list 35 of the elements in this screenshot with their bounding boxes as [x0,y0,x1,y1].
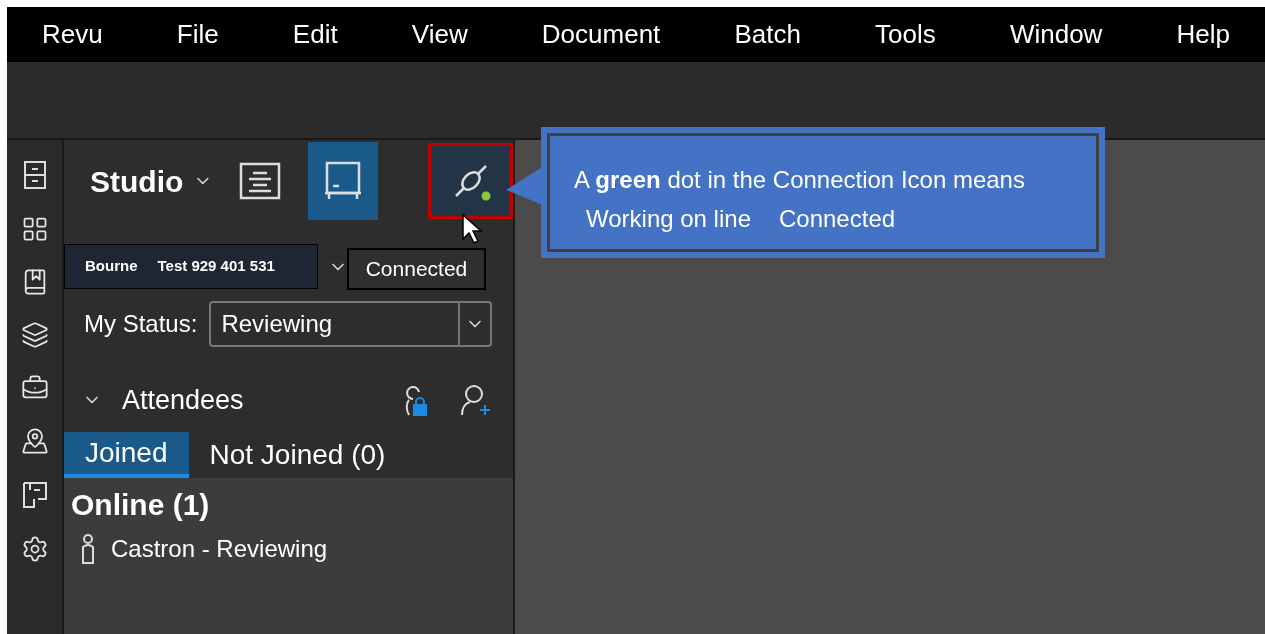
session-field[interactable]: Bourne Test 929 401 531 [64,244,318,289]
whiteboard-icon [323,160,364,202]
menu-item[interactable]: File [176,15,219,54]
attendee-tab[interactable]: Not Joined (0) [188,432,407,478]
session-id: Test 929 401 531 [157,256,275,277]
section-title: Attendees [122,383,244,417]
callout-text: A green dot in the Connection Icon means [574,165,1026,195]
tooltip: Connected [347,248,486,290]
menu-item[interactable]: Batch [734,15,801,54]
group-heading: Online (1) [71,487,211,523]
menu-item[interactable]: Document [541,15,661,54]
status-label: My Status: [84,309,198,339]
floorplan-icon[interactable] [20,480,49,510]
menu-item[interactable]: Edit [292,15,338,54]
layers-icon[interactable] [20,321,49,349]
menu-item[interactable]: Window [1009,15,1103,54]
add-user-icon[interactable] [459,383,493,417]
status-select[interactable]: Reviewing [209,301,493,347]
menu-item[interactable]: Help [1176,15,1230,54]
menu-item[interactable]: View [411,15,468,54]
connection-button[interactable] [428,143,513,219]
document-lines-icon [239,162,282,200]
menu-item[interactable]: Revu [42,15,103,54]
cabinet-icon[interactable] [21,160,48,190]
callout-text: Connected [779,204,896,234]
menu-item[interactable]: Tools [875,15,936,54]
person-icon [79,533,97,565]
location-icon[interactable] [20,427,49,455]
board-mode-button[interactable] [307,142,379,220]
cursor-icon [461,213,483,245]
callout-text: Working on line [586,204,751,234]
session-name: Bourne [85,256,138,277]
attendee-name[interactable]: Castron - Reviewing [111,531,328,567]
panel-title[interactable]: Studio [90,158,184,204]
attendee-tab[interactable]: Joined [64,432,189,478]
